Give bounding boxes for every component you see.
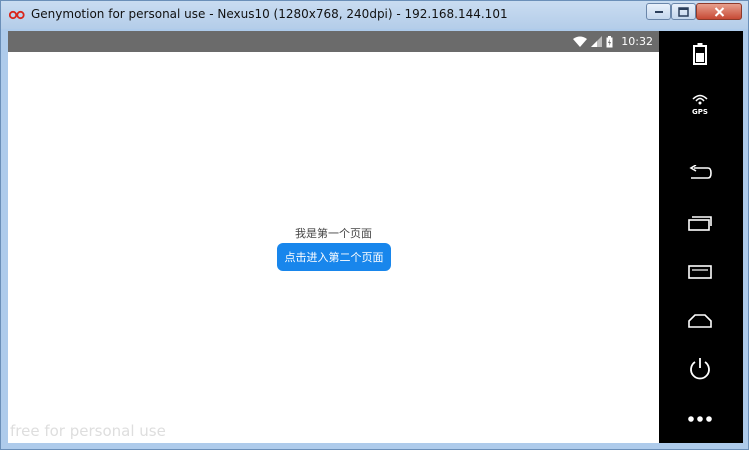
- more-options-button[interactable]: [679, 404, 721, 434]
- home-button[interactable]: [679, 306, 721, 336]
- app-screen: 我是第一个页面 点击进入第二个页面 free for personal use: [8, 52, 659, 443]
- minimize-button[interactable]: [646, 3, 671, 20]
- battery-widget-button[interactable]: [679, 39, 721, 69]
- battery-charging-icon: [606, 35, 613, 47]
- gps-label: GPS: [692, 108, 708, 116]
- watermark-text: free for personal use: [10, 422, 166, 440]
- close-button[interactable]: [696, 3, 742, 20]
- battery-icon: [693, 43, 707, 65]
- gps-icon: [692, 94, 708, 105]
- maximize-button[interactable]: [671, 3, 696, 20]
- home-icon: [688, 314, 712, 328]
- window-title: Genymotion for personal use - Nexus10 (1…: [31, 7, 508, 21]
- wifi-icon: [573, 36, 588, 47]
- close-icon: [714, 6, 724, 17]
- recent-apps-icon: [688, 216, 712, 231]
- genymotion-logo-icon: [9, 9, 25, 21]
- status-clock: 10:32: [621, 35, 653, 48]
- maximize-icon: [678, 6, 689, 17]
- title-bar[interactable]: Genymotion for personal use - Nexus10 (1…: [1, 1, 748, 29]
- page-label: 我是第一个页面: [295, 227, 372, 240]
- power-button[interactable]: [679, 354, 721, 384]
- recent-apps-button[interactable]: [679, 208, 721, 238]
- back-arrow-icon: [689, 165, 712, 179]
- minimize-icon: [654, 10, 663, 13]
- power-icon: [690, 358, 710, 380]
- go-to-second-page-button[interactable]: 点击进入第二个页面: [277, 243, 391, 271]
- menu-icon: [688, 265, 712, 279]
- emulator-window: Genymotion for personal use - Nexus10 (1…: [0, 0, 749, 450]
- more-dots-icon: [688, 416, 712, 422]
- device-display: 10:32 我是第一个页面 点击进入第二个页面 free for persona…: [8, 31, 743, 443]
- back-button[interactable]: [679, 158, 721, 188]
- cell-signal-icon: [591, 36, 603, 47]
- emulator-sidebar: GPS: [659, 31, 743, 443]
- menu-button[interactable]: [679, 257, 721, 287]
- android-status-bar: 10:32: [8, 31, 659, 52]
- gps-widget-button[interactable]: GPS: [679, 91, 721, 121]
